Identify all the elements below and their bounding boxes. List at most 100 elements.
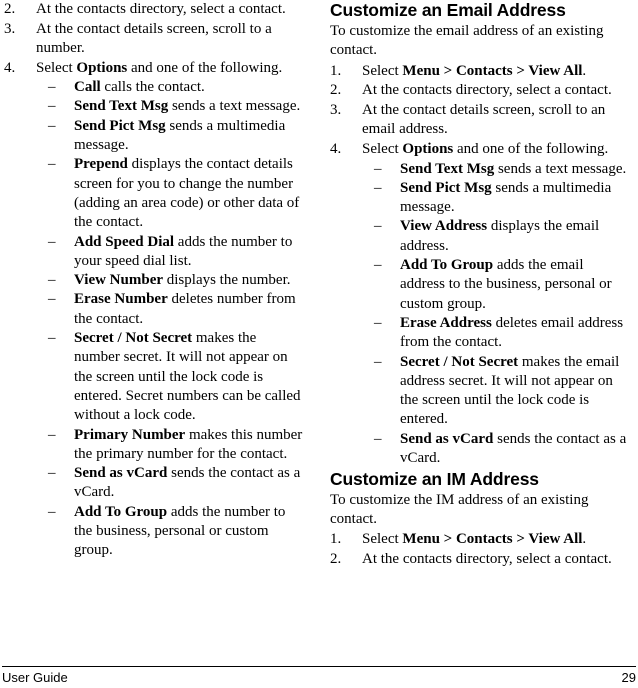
option-description: displays the number.: [163, 272, 291, 289]
dash-bullet-icon: –: [374, 314, 382, 331]
dash-bullet-icon: –: [374, 218, 382, 235]
menu-path: Menu > Contacts > View All: [402, 531, 583, 548]
option-item: – Secret / Not Secret makes the number s…: [48, 329, 304, 425]
option-item: – Call calls the contact.: [48, 78, 304, 97]
step-item: 1. Select Menu > Contacts > View All.: [330, 62, 632, 81]
option-list: – Call calls the contact. – Send Text Ms…: [48, 78, 304, 560]
dash-bullet-icon: –: [48, 291, 56, 308]
option-item: – Send Text Msg sends a text message.: [374, 160, 632, 179]
step-text-plain: .: [582, 531, 587, 548]
dash-bullet-icon: –: [48, 79, 56, 96]
option-description: sends a text message.: [494, 160, 627, 177]
option-term: Send Pict Msg: [74, 117, 166, 134]
step-text-lead: Select Options and one of the following.: [362, 141, 608, 157]
dash-bullet-icon: –: [48, 233, 56, 250]
dash-bullet-icon: –: [48, 117, 56, 134]
option-term: Secret / Not Secret: [400, 353, 519, 370]
option-item: – Add Speed Dial adds the number to your…: [48, 233, 304, 272]
option-item: – Send as vCard sends the contact as a v…: [48, 464, 304, 503]
dash-bullet-icon: –: [48, 426, 56, 443]
page-columns: 2. At the contacts directory, select a c…: [0, 0, 638, 655]
option-item: – View Address displays the email addres…: [374, 217, 632, 256]
option-term: Add Speed Dial: [74, 233, 175, 250]
menu-path: Menu > Contacts > View All: [402, 62, 583, 79]
option-term: Call: [74, 79, 101, 96]
option-item: – Send Text Msg sends a text message.: [48, 97, 304, 116]
option-term: Add To Group: [74, 503, 168, 520]
option-item: – Erase Number deletes number from the c…: [48, 290, 304, 329]
step-text-emphasis: Options: [76, 59, 128, 76]
right-column: Customize an Email Address To customize …: [330, 0, 632, 570]
dash-bullet-icon: –: [374, 257, 382, 274]
page-footer: User Guide 29: [2, 666, 636, 686]
manual-page: 2. At the contacts directory, select a c…: [0, 0, 638, 688]
step-text-plain: Select: [362, 62, 403, 79]
dash-bullet-icon: –: [48, 330, 56, 347]
dash-bullet-icon: –: [48, 272, 56, 289]
option-description: sends a text message.: [168, 98, 301, 115]
section-heading-im-address: Customize an IM Address: [330, 468, 539, 489]
step-item: 1. Select Menu > Contacts > View All.: [330, 530, 632, 549]
step-item: 4. Select Options and one of the followi…: [4, 59, 304, 561]
step-text-lead: Select Menu > Contacts > View All.: [362, 63, 586, 79]
step-number: 4.: [330, 141, 342, 158]
step-number: 3.: [330, 102, 342, 119]
option-term: Add To Group: [400, 257, 494, 274]
option-term: Send as vCard: [400, 430, 494, 447]
step-item: 3. At the contact details screen, scroll…: [4, 20, 304, 59]
step-text: At the contact details screen, scroll to…: [36, 20, 272, 57]
step-text: At the contacts directory, select a cont…: [362, 82, 612, 99]
option-item: – Send as vCard sends the contact as a v…: [374, 430, 632, 469]
option-term: Secret / Not Secret: [74, 330, 193, 347]
left-column: 2. At the contacts directory, select a c…: [4, 0, 304, 561]
footer-page-number: 29: [621, 670, 636, 685]
option-term: Send as vCard: [74, 465, 168, 482]
step-number: 1.: [330, 62, 342, 79]
step-number: 3.: [4, 20, 16, 37]
option-item: – Prepend displays the contact details s…: [48, 155, 304, 232]
step-number: 2.: [330, 551, 342, 568]
step-number: 4.: [4, 59, 16, 76]
step-text-plain: Select: [362, 531, 403, 548]
im-step-list: 1. Select Menu > Contacts > View All. 2.…: [330, 530, 632, 569]
dash-bullet-icon: –: [374, 179, 382, 196]
option-term: Erase Address: [400, 314, 492, 331]
step-text-plain: .: [582, 62, 587, 79]
step-number: 2.: [330, 82, 342, 99]
option-term: View Number: [74, 272, 164, 289]
email-step-list: 1. Select Menu > Contacts > View All. 2.…: [330, 62, 632, 469]
step-text-plain: Select: [36, 59, 77, 76]
left-continued-step-list: 2. At the contacts directory, select a c…: [4, 0, 304, 561]
option-item: – Send Pict Msg sends a multimedia messa…: [374, 179, 632, 218]
step-text: At the contact details screen, scroll to…: [362, 102, 606, 138]
step-text-plain: and one of the following.: [453, 141, 609, 158]
step-text-lead: Select Options and one of the following.: [36, 60, 282, 76]
section-intro-im-address: To customize the IM address of an existi…: [330, 491, 589, 528]
dash-bullet-icon: –: [48, 503, 56, 520]
option-term: Primary Number: [74, 426, 186, 443]
step-item: 2. At the contacts directory, select a c…: [330, 550, 632, 569]
option-item: – Add To Group adds the number to the bu…: [48, 503, 304, 561]
option-term: View Address: [400, 218, 488, 235]
step-number: 2.: [4, 1, 16, 17]
option-item: – Secret / Not Secret makes the email ad…: [374, 353, 632, 430]
step-text-plain: Select: [362, 141, 403, 158]
option-term: Send Text Msg: [400, 160, 495, 177]
step-text-plain: and one of the following.: [127, 59, 283, 76]
option-term: Prepend: [74, 156, 128, 173]
step-item: 2. At the contacts directory, select a c…: [330, 81, 632, 100]
option-item: – View Number displays the number.: [48, 271, 304, 290]
step-text-emphasis: Options: [402, 141, 454, 158]
dash-bullet-icon: –: [48, 98, 56, 115]
step-item: 4. Select Options and one of the followi…: [330, 140, 632, 468]
option-item: – Send Pict Msg sends a multimedia messa…: [48, 117, 304, 156]
dash-bullet-icon: –: [48, 156, 56, 173]
section-intro-email-address: To customize the email address of an exi…: [330, 23, 604, 59]
dash-bullet-icon: –: [374, 430, 382, 447]
option-description: calls the contact.: [100, 79, 205, 96]
option-item: – Primary Number makes this number the p…: [48, 426, 304, 465]
step-number: 1.: [330, 531, 342, 548]
step-text: At the contacts directory, select a cont…: [36, 1, 286, 17]
step-item: 2. At the contacts directory, select a c…: [4, 0, 304, 19]
dash-bullet-icon: –: [48, 465, 56, 482]
